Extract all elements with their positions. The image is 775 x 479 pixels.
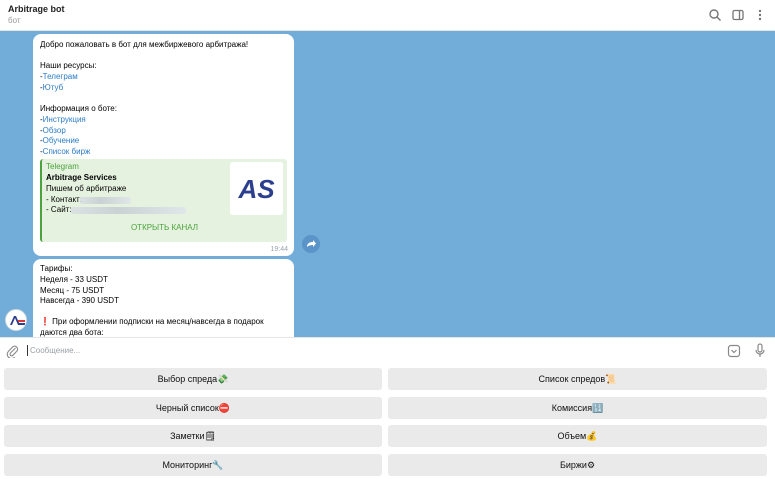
subscription-gift-note: ❗ При оформлении подписки на месяц/навсе… bbox=[40, 317, 264, 326]
preview-description: Пишем об арбитраже bbox=[46, 184, 127, 193]
link-training[interactable]: Обучение bbox=[43, 136, 80, 145]
preview-contact-redacted bbox=[80, 197, 131, 204]
bot-avatar[interactable] bbox=[5, 309, 27, 331]
preview-title: Arbitrage Services bbox=[46, 173, 117, 182]
button-volume[interactable]: Объем💰 bbox=[388, 425, 767, 447]
message-bubble-tariffs: Тарифы: Неделя - 33 USDT Месяц - 75 USDT… bbox=[33, 259, 294, 337]
preview-site-label: - Сайт: bbox=[46, 205, 72, 214]
search-icon[interactable] bbox=[708, 8, 722, 22]
more-menu-icon[interactable] bbox=[753, 8, 767, 22]
preview-thumbnail-text: AS bbox=[237, 174, 275, 204]
info-item-instruction: -Инструкция bbox=[40, 115, 86, 124]
button-exchanges[interactable]: Биржи⚙ bbox=[388, 454, 767, 476]
message-composer: Сообщение... bbox=[0, 337, 775, 363]
message-bubble-welcome: Добро пожаловать в бот для межбиржевого … bbox=[33, 34, 294, 256]
preview-site-redacted bbox=[71, 207, 186, 214]
bot-keyboard-toggle-icon[interactable] bbox=[727, 344, 741, 358]
forward-button[interactable] bbox=[302, 235, 320, 253]
tariff-week: Неделя - 33 USDT bbox=[40, 275, 108, 284]
welcome-text: Добро пожаловать в бот для межбиржевого … bbox=[40, 40, 249, 49]
button-blacklist[interactable]: Черный список⛔ bbox=[4, 397, 382, 419]
button-choose-spread[interactable]: Выбор спреда💸 bbox=[4, 368, 382, 390]
link-telegram[interactable]: Телеграм bbox=[43, 72, 78, 81]
button-commission[interactable]: Комиссия🔢 bbox=[388, 397, 767, 419]
sidebar-toggle-icon[interactable] bbox=[731, 8, 745, 22]
resources-heading: Наши ресурсы: bbox=[40, 61, 97, 70]
open-channel-button[interactable]: ОТКРЫТЬ КАНАЛ bbox=[42, 223, 287, 232]
link-review[interactable]: Обзор bbox=[43, 126, 66, 135]
link-instruction[interactable]: Инструкция bbox=[43, 115, 86, 124]
info-item-review: -Обзор bbox=[40, 126, 66, 135]
info-heading: Информация о боте: bbox=[40, 104, 117, 113]
preview-source: Telegram bbox=[46, 162, 79, 171]
chat-history[interactable]: Добро пожаловать в бот для межбиржевого … bbox=[0, 31, 775, 337]
link-exchange-list[interactable]: Список бирж bbox=[43, 147, 91, 156]
preview-thumbnail-logo: AS bbox=[230, 162, 283, 215]
bot-avatar-logo bbox=[6, 310, 26, 330]
subscription-gift-note-cont: даются два бота: bbox=[40, 328, 104, 337]
preview-contact-label: - Контакт: bbox=[46, 195, 82, 204]
forward-arrow-icon bbox=[307, 240, 316, 247]
tariffs-heading: Тарифы: bbox=[40, 264, 73, 273]
info-item-training: -Обучение bbox=[40, 136, 80, 145]
button-monitoring[interactable]: Мониторинг🔧 bbox=[4, 454, 382, 476]
link-youtube[interactable]: Ютуб bbox=[43, 83, 64, 92]
link-preview-card[interactable]: Telegram Arbitrage Services Пишем об арб… bbox=[40, 159, 287, 242]
resource-item-telegram: -Телеграм bbox=[40, 72, 78, 81]
message-input[interactable]: Сообщение... bbox=[30, 346, 80, 355]
attach-icon[interactable] bbox=[6, 344, 19, 358]
resource-item-youtube: -Ютуб bbox=[40, 83, 64, 92]
message-time: 19:44 bbox=[270, 246, 288, 253]
chat-title[interactable]: Arbitrage bot bbox=[8, 4, 65, 14]
microphone-icon[interactable] bbox=[754, 343, 766, 359]
tariff-month: Месяц - 75 USDT bbox=[40, 286, 105, 295]
info-item-exchanges: -Список бирж bbox=[40, 147, 91, 156]
button-spread-list[interactable]: Список спредов📜 bbox=[388, 368, 767, 390]
button-notes[interactable]: Заметки🗒 bbox=[4, 425, 382, 447]
text-caret bbox=[27, 345, 28, 356]
chat-header: Arbitrage bot бот bbox=[0, 0, 775, 31]
tariff-forever: Навсегда - 390 USDT bbox=[40, 296, 119, 305]
bot-reply-keyboard: Выбор спреда💸 Список спредов📜 Черный спи… bbox=[0, 363, 775, 479]
chat-subtitle: бот bbox=[8, 16, 21, 25]
